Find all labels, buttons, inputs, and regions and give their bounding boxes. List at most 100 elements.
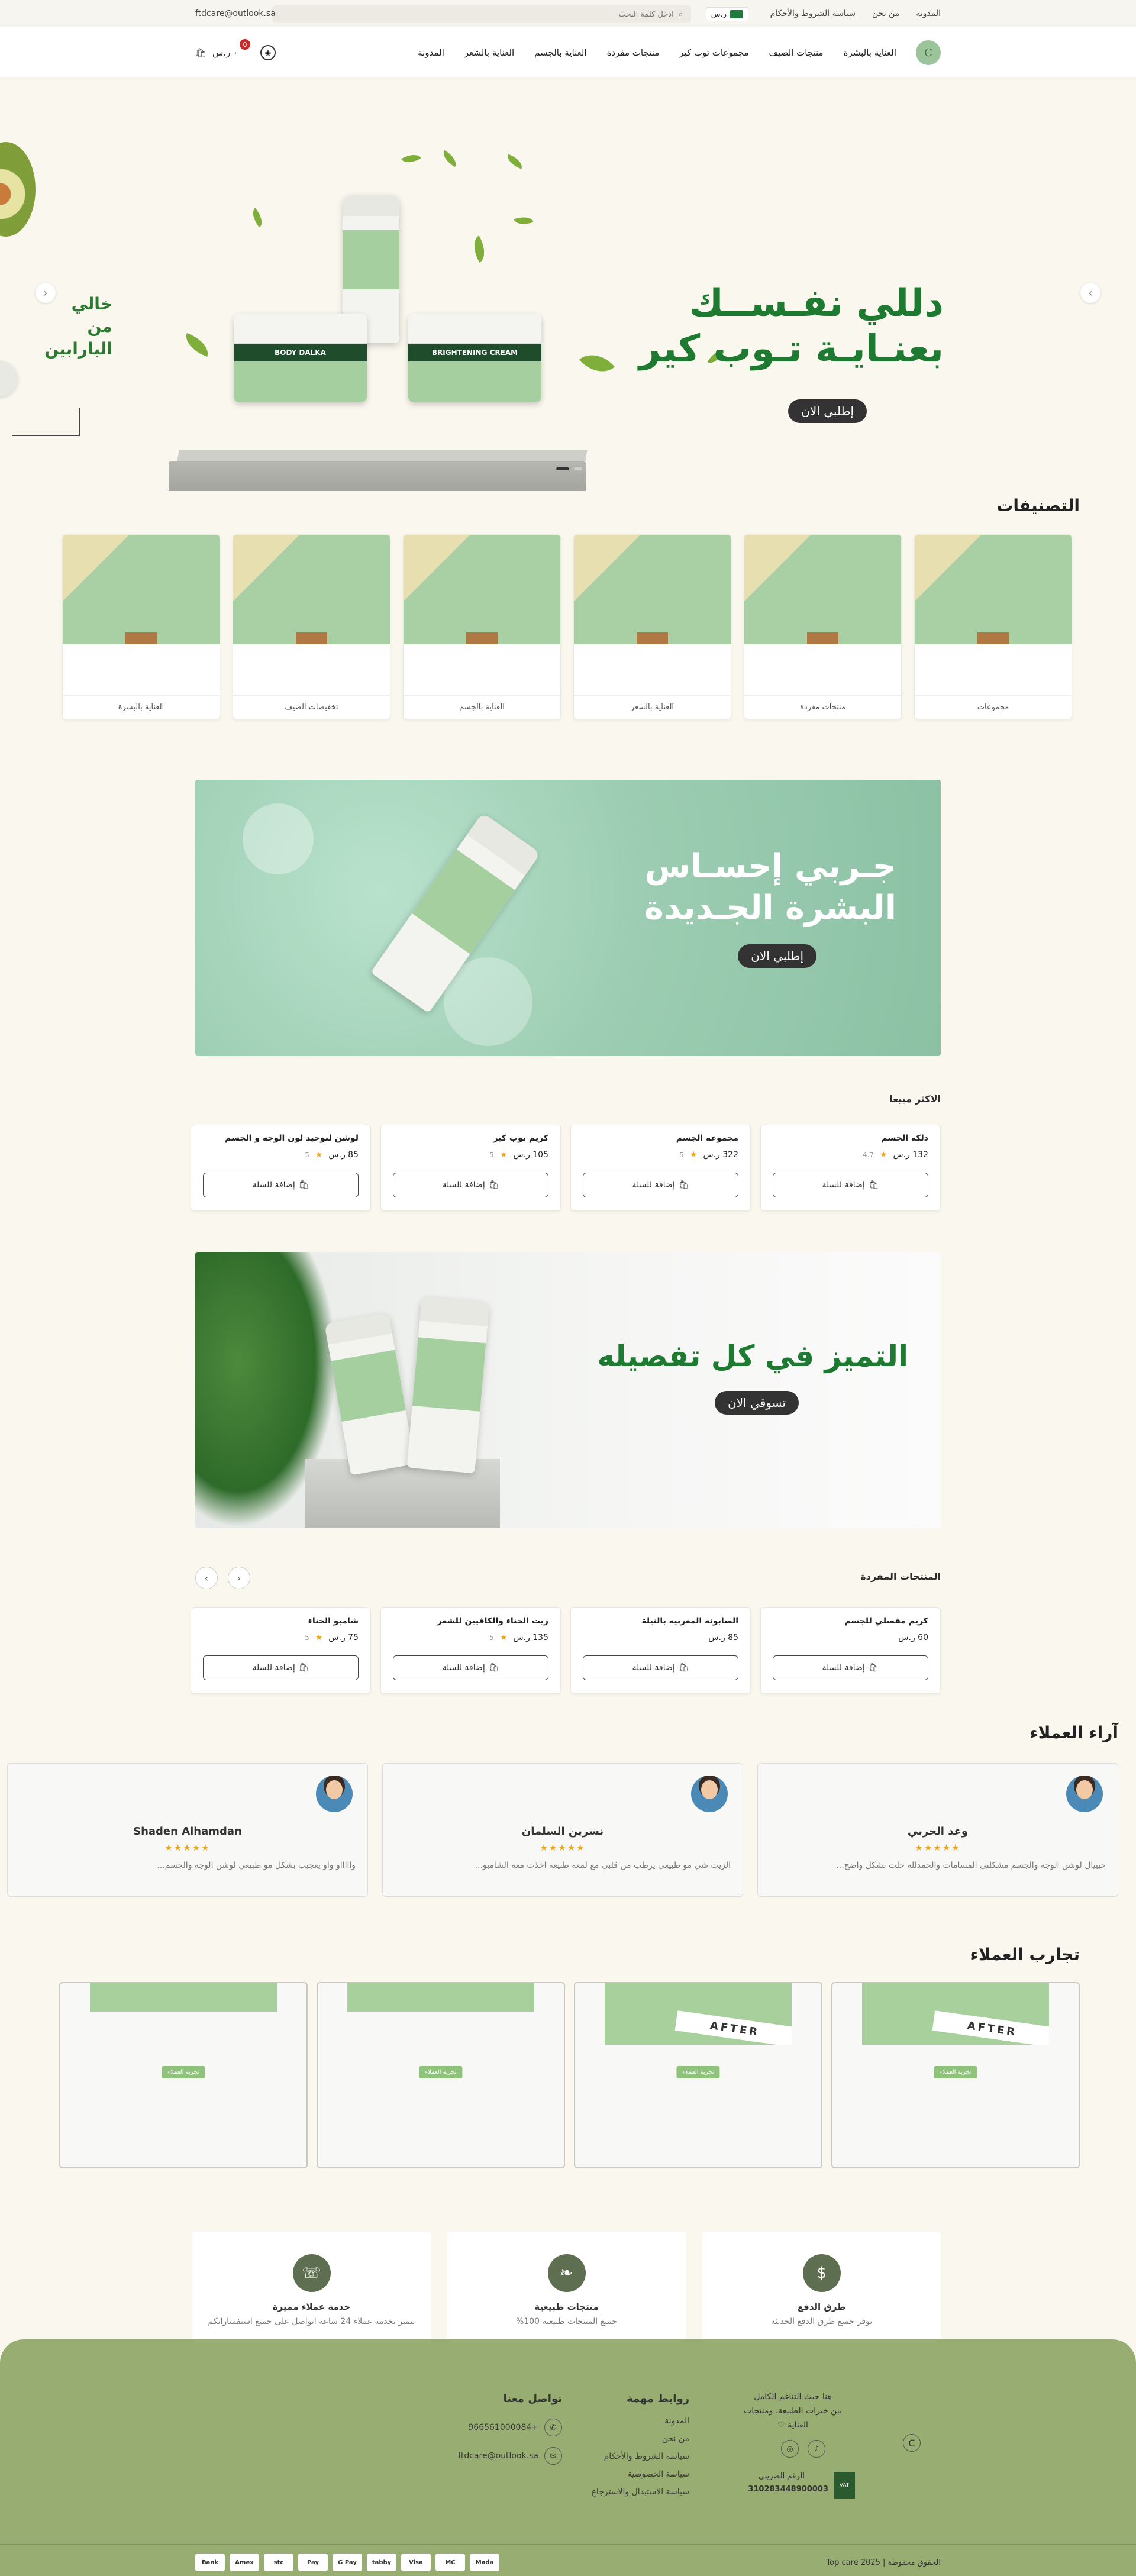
add-to-cart-button[interactable]: 🛍 إضافة للسلة — [773, 1655, 928, 1680]
hero-next-arrow[interactable]: › — [1080, 283, 1100, 303]
add-to-cart-button[interactable]: 🛍 إضافة للسلة — [583, 1173, 738, 1197]
footer-link-privacy[interactable]: سياسة الخصوصية — [592, 2470, 689, 2479]
payment-methods: Mada MC Visa tabby G Pay Pay stc Amex Bank — [195, 2554, 499, 2571]
add-to-cart-button[interactable]: 🛍 إضافة للسلة — [393, 1655, 548, 1680]
product-rating: 5 — [305, 1634, 309, 1642]
singles-next-button[interactable]: ‹ — [228, 1567, 250, 1589]
payment-method-logo: G Pay — [333, 2554, 362, 2571]
tiktok-icon[interactable]: ♪ — [808, 2440, 825, 2458]
category-card[interactable]: العناية بالجسم — [403, 534, 561, 719]
payment-method-logo: Pay — [298, 2554, 328, 2571]
add-to-cart-button[interactable]: 🛍 إضافة للسلة — [203, 1173, 359, 1197]
product-name[interactable]: شامبو الحناء — [308, 1616, 359, 1626]
product-name[interactable]: دلكة الجسم — [882, 1134, 928, 1143]
category-label: تخفيضات الصيف — [233, 695, 390, 719]
add-to-cart-button[interactable]: 🛍 إضافة للسلة — [583, 1655, 738, 1680]
experience-card[interactable]: AFTER تجربة العملاء — [831, 1982, 1080, 2168]
experience-button[interactable]: تجربة العملاء — [162, 2066, 205, 2078]
menu-item-bodycare[interactable]: العناية بالجسم — [534, 47, 586, 58]
category-card[interactable]: مجموعات — [914, 534, 1072, 719]
banner2-shop-button[interactable]: تسوقي الان — [715, 1391, 799, 1415]
category-card[interactable]: منتجات مفردة — [744, 534, 902, 719]
product-card[interactable]: كريم مفصلي للجسم 60 ر.س 🛍 إضافة للسلة — [760, 1607, 941, 1694]
menu-item-summer[interactable]: منتجات الصيف — [769, 47, 824, 58]
slide-dot[interactable] — [574, 467, 582, 470]
footer-email[interactable]: ✉ ftdcare@outlook.sa — [458, 2447, 562, 2465]
star-icon: ★ — [689, 1150, 698, 1160]
product-card[interactable]: مجموعة الجسم 322 ر.س ★ 5 🛍 إضافة للسلة — [570, 1125, 751, 1211]
footer-links-title: روابط مهمة — [626, 2393, 689, 2405]
footer-link-returns[interactable]: سياسة الاستبدال والاسترجاع — [592, 2487, 689, 2497]
reviewer-name: نسرين السلمان — [521, 1825, 604, 1838]
menu-item-blog[interactable]: المدونة — [418, 47, 444, 58]
product-card[interactable]: زيت الحناء والكافيين للشعر 135 ر.س ★ 5 🛍 إضاف… — [380, 1607, 561, 1694]
leaf-decoration — [440, 150, 460, 167]
category-card[interactable]: العناية بالشعر — [573, 534, 731, 719]
product-card[interactable]: الصابونه المغربيه بالنيلة 85 ر.س 🛍 إضافة لل… — [570, 1607, 751, 1694]
product-name[interactable]: زيت الحناء والكافيين للشعر — [437, 1616, 548, 1626]
experience-button[interactable]: تجربة العملاء — [676, 2066, 720, 2078]
add-to-cart-button[interactable]: 🛍 إضافة للسلة — [203, 1655, 359, 1680]
category-card[interactable]: تخفيضات الصيف — [233, 534, 390, 719]
instagram-icon[interactable]: ◎ — [781, 2440, 799, 2458]
footer-link-terms[interactable]: سياسة الشروط والأحكام — [592, 2452, 689, 2461]
add-to-cart-label: إضافة للسلة — [632, 1663, 675, 1673]
add-to-cart-button[interactable]: 🛍 إضافة للسلة — [393, 1173, 548, 1197]
product-name[interactable]: كريم توب كير — [493, 1134, 548, 1143]
user-icon[interactable]: ◉ — [260, 45, 276, 60]
product-card[interactable]: شامبو الحناء 75 ر.س ★ 5 🛍 إضافة للسلة — [191, 1607, 371, 1694]
cart-button[interactable]: ٠ ر.س 🛍 0 — [195, 39, 250, 60]
hero-title: دللي نفـســك بعنـايـة تـوب كير — [639, 282, 944, 371]
hero-order-button[interactable]: إطلبي الان — [788, 399, 867, 423]
stone-pedestal — [169, 461, 586, 491]
feature-subtitle: توفر جميع طرق الدفع الحديثه — [770, 2317, 873, 2326]
experience-button[interactable]: تجربة العملاء — [419, 2066, 463, 2078]
product-name[interactable]: كريم مفصلي للجسم — [844, 1616, 928, 1626]
avatar — [316, 1776, 353, 1812]
footer-phone[interactable]: ✆ +966561000084 — [468, 2419, 562, 2436]
product-card[interactable]: لوشن لتوحيد لون الوجه و الجسم 85 ر.س ★ 5 🛍 إض… — [191, 1125, 371, 1211]
footer — [0, 2339, 1136, 2576]
experience-card[interactable]: تجربة العملاء — [317, 1982, 565, 2168]
payment-method-logo: Amex — [230, 2554, 259, 2571]
search-icon[interactable]: ⌕ — [679, 10, 683, 19]
cart-total: ٠ ر.س — [212, 47, 238, 58]
slide-dot-active[interactable] — [556, 467, 569, 470]
bag-icon: 🛍 — [678, 1180, 689, 1190]
menu-item-haircare[interactable]: العناية بالشعر — [464, 47, 514, 58]
menu-item-singles[interactable]: منتجات مفردة — [607, 47, 660, 58]
top-link-blog[interactable]: المدونة — [916, 9, 941, 18]
singles-title: المنتجات المفردة — [860, 1571, 941, 1582]
product-card[interactable]: دلكة الجسم 132 ر.س ★ 4.7 🛍 إضافة للسلة — [760, 1125, 941, 1211]
currency-selector[interactable]: ر.س — [705, 7, 748, 21]
add-to-cart-label: إضافة للسلة — [822, 1180, 865, 1190]
promo-banner-new-skin[interactable]: جـربي إحسـاس البشرة الجـديدة إطلبي الان — [195, 780, 941, 1056]
menu-item-skincare[interactable]: العناية بالبشرة — [844, 47, 896, 58]
top-email[interactable]: ftdcare@outlook.sa — [195, 0, 276, 27]
product-name[interactable]: مجموعة الجسم — [676, 1134, 738, 1143]
hero-prev-arrow[interactable]: ‹ — [36, 283, 56, 303]
product-name[interactable]: الصابونه المغربيه بالنيلة — [641, 1616, 738, 1626]
bag-icon: 🛍 — [678, 1663, 689, 1673]
top-link-about[interactable]: من نحن — [872, 9, 899, 18]
banner1-order-button[interactable]: إطلبي الان — [738, 944, 816, 968]
footer-logo[interactable]: C — [903, 2434, 921, 2452]
rating-stars: ★★★★★ — [915, 1842, 961, 1853]
main-menu: العناية بالبشرة منتجات الصيف مجموعات توب… — [418, 40, 896, 65]
logo[interactable]: C — [916, 40, 941, 65]
experience-card[interactable]: AFTER تجربة العملاء — [574, 1982, 822, 2168]
footer-link-about[interactable]: من نحن — [592, 2434, 689, 2443]
experience-card[interactable]: تجربة العملاء — [59, 1982, 308, 2168]
top-link-terms[interactable]: سياسة الشروط والأحكام — [770, 9, 856, 18]
footer-contact-title: تواصل معنا — [503, 2393, 562, 2405]
add-to-cart-button[interactable]: 🛍 إضافة للسلة — [773, 1173, 928, 1197]
singles-prev-button[interactable]: › — [195, 1567, 218, 1589]
experience-button[interactable]: تجربة العملاء — [934, 2066, 977, 2078]
search-input[interactable] — [280, 9, 674, 19]
product-card[interactable]: كريم توب كير 105 ر.س ★ 5 🛍 إضافة للسلة — [380, 1125, 561, 1211]
category-card[interactable]: العناية بالبشرة — [62, 534, 220, 719]
product-name[interactable]: لوشن لتوحيد لون الوجه و الجسم — [225, 1134, 359, 1143]
menu-item-bundles[interactable]: مجموعات توب كير — [679, 47, 748, 58]
promo-banner-excellence[interactable]: التميز في كل تفصيله تسوقي الان — [195, 1252, 941, 1528]
footer-link-blog[interactable]: المدونة — [592, 2416, 689, 2426]
